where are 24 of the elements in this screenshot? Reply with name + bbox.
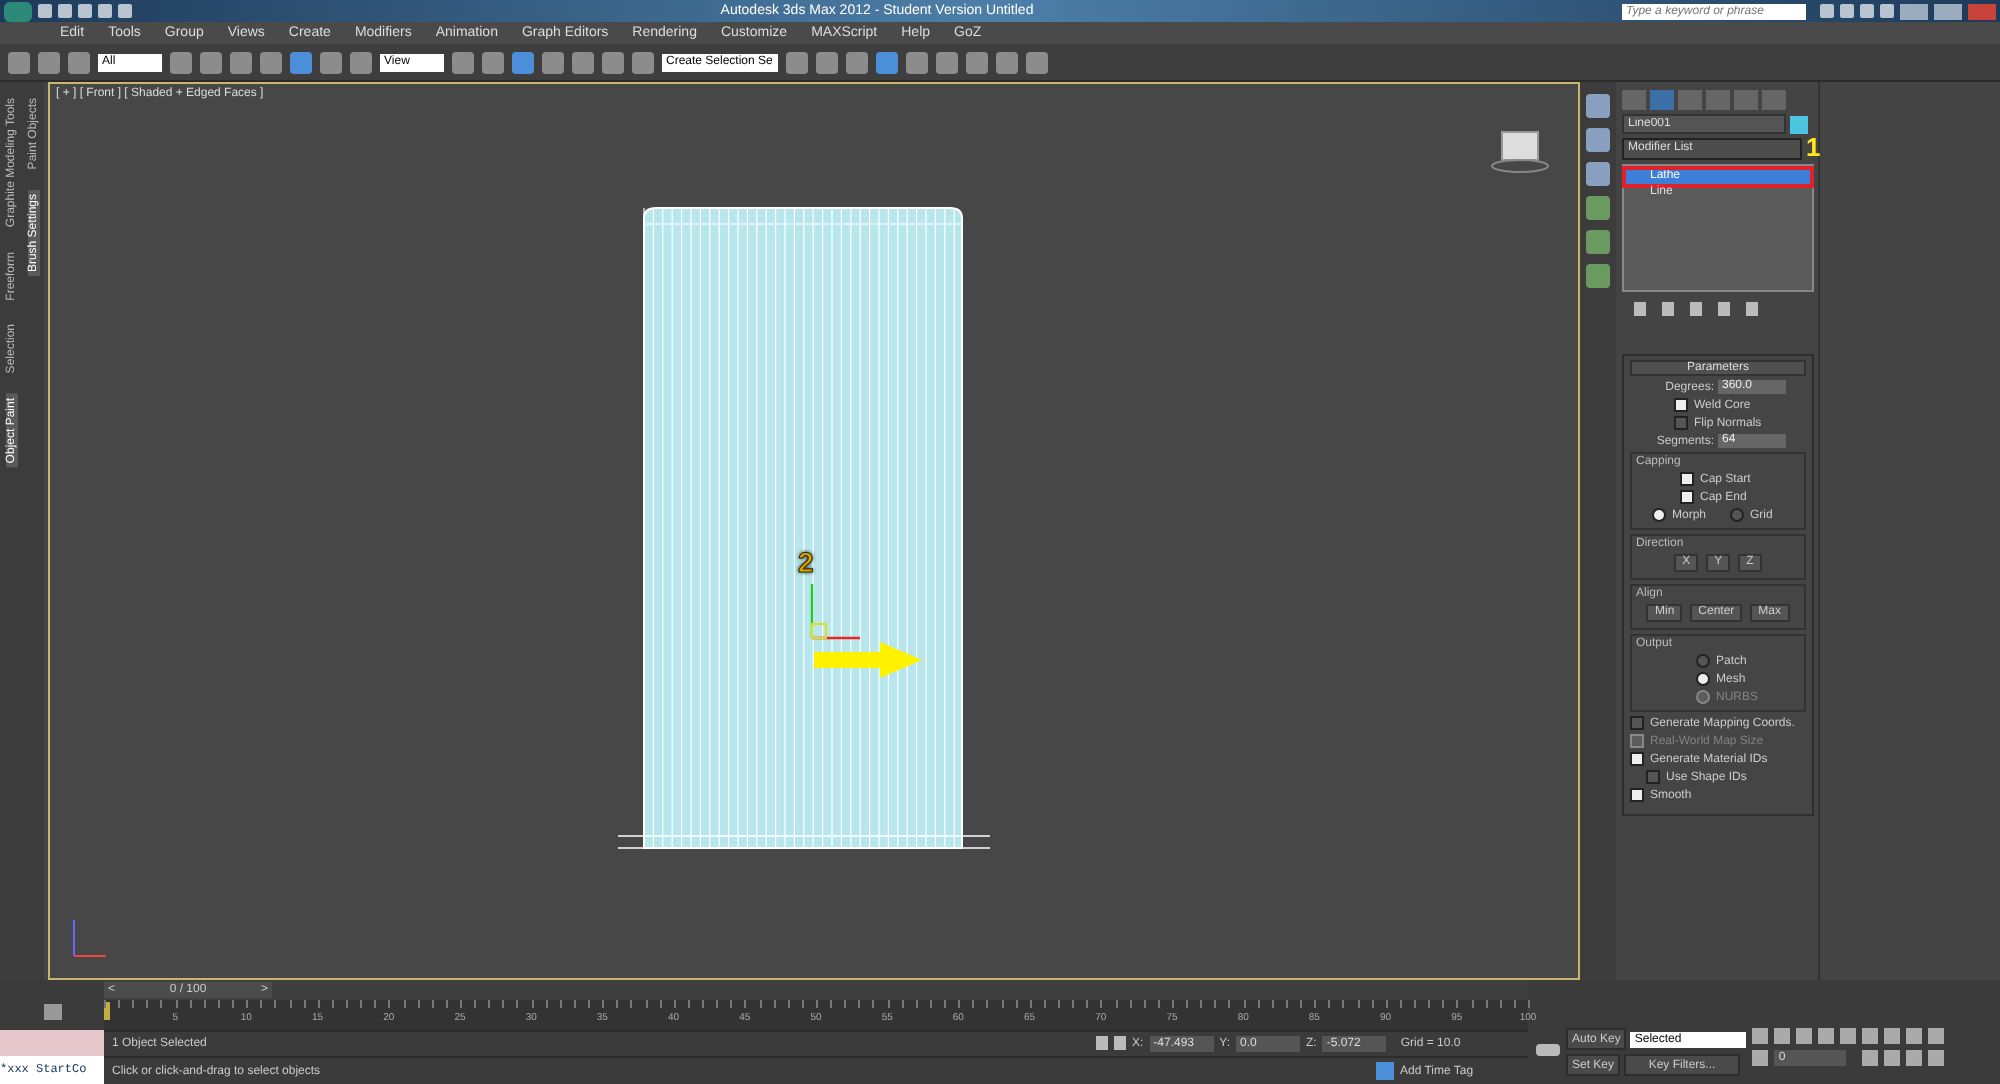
checkbox[interactable] xyxy=(1680,490,1694,504)
close-button[interactable] xyxy=(1968,3,1996,19)
radio-button[interactable] xyxy=(1696,654,1710,668)
object-color-swatch[interactable] xyxy=(1790,115,1808,133)
radio-button[interactable] xyxy=(1730,508,1745,522)
radio-button[interactable] xyxy=(1652,508,1666,522)
checkbox[interactable] xyxy=(1674,416,1688,430)
maxscript-listener-field[interactable] xyxy=(0,1030,104,1056)
step-number: 2 xyxy=(798,548,814,576)
viewcube-icon[interactable] xyxy=(1491,131,1549,173)
radio-button[interactable] xyxy=(1696,672,1710,686)
app-logo-icon[interactable] xyxy=(4,1,32,21)
maximize-button[interactable] xyxy=(1934,3,1962,19)
checkbox[interactable] xyxy=(1646,770,1660,784)
step-number: 1 xyxy=(1806,134,1821,160)
transform-gizmo-icon[interactable] xyxy=(810,584,860,640)
checkbox[interactable] xyxy=(1630,752,1644,766)
minimize-button[interactable] xyxy=(1900,3,1928,19)
arrow-icon xyxy=(814,642,922,678)
checkbox[interactable] xyxy=(1680,472,1694,486)
axis-tripod-icon xyxy=(73,919,107,957)
checkbox[interactable] xyxy=(1630,788,1644,802)
checkbox[interactable] xyxy=(1674,398,1688,412)
checkbox[interactable] xyxy=(1630,716,1644,730)
